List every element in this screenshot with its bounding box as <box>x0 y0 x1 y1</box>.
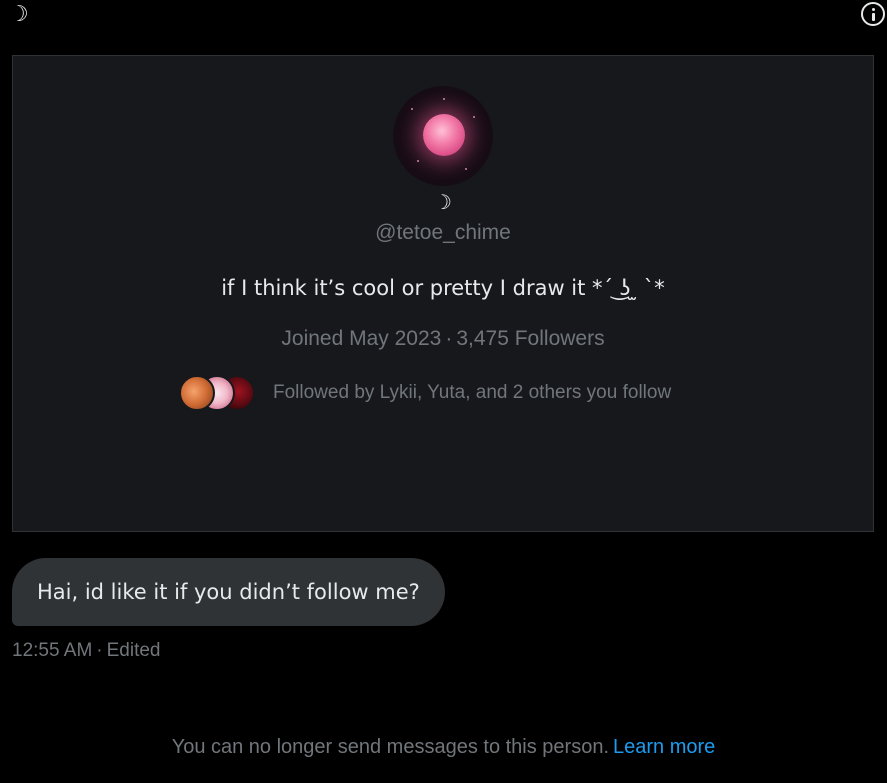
profile-handle: @tetoe_chime <box>375 221 511 244</box>
moon-image <box>423 114 465 156</box>
dm-conversation: ☽ ☽ @tetoe_chime if I think it’s cool or… <box>0 0 887 783</box>
avatar-star <box>473 116 475 118</box>
meta-separator: · <box>445 327 453 350</box>
message-bubble[interactable]: Hai, id like it if you didn’t follow me? <box>12 558 445 626</box>
follower-avatar <box>179 375 215 411</box>
followed-by-avatars <box>179 374 257 412</box>
message-edited-label: Edited <box>106 640 161 661</box>
profile-bio: if I think it’s cool or pretty I draw it… <box>221 276 665 300</box>
message-meta-separator: · <box>96 640 103 661</box>
info-icon[interactable] <box>861 2 885 26</box>
conversation-title[interactable]: ☽ <box>9 3 29 27</box>
info-icon-dot <box>872 8 875 11</box>
profile-avatar[interactable] <box>393 86 493 186</box>
profile-card[interactable]: ☽ @tetoe_chime if I think it’s cool or p… <box>12 55 874 532</box>
message-time: 12:55 AM <box>12 640 93 661</box>
followed-by-text: Followed by Lykii, Yuta, and 2 others yo… <box>273 382 672 403</box>
joined-date: Joined May 2023 <box>281 327 442 350</box>
notice-text: You can no longer send messages to this … <box>171 736 610 758</box>
message-meta: 12:55 AM · Edited <box>12 640 160 662</box>
profile-meta: Joined May 2023 · 3,475 Followers <box>13 327 873 351</box>
followers-count: 3,475 Followers <box>456 327 605 350</box>
avatar-star <box>465 168 467 170</box>
followed-by-row: Followed by Lykii, Yuta, and 2 others yo… <box>179 374 671 412</box>
avatar-star <box>443 98 445 100</box>
avatar-star <box>417 160 419 162</box>
profile-display-name: ☽ <box>434 190 452 214</box>
avatar-star <box>411 108 413 110</box>
messaging-disabled-notice: You can no longer send messages to this … <box>0 736 887 759</box>
conversation-header: ☽ <box>0 0 887 36</box>
info-icon-bar <box>872 13 875 21</box>
learn-more-link[interactable]: Learn more <box>613 736 715 758</box>
